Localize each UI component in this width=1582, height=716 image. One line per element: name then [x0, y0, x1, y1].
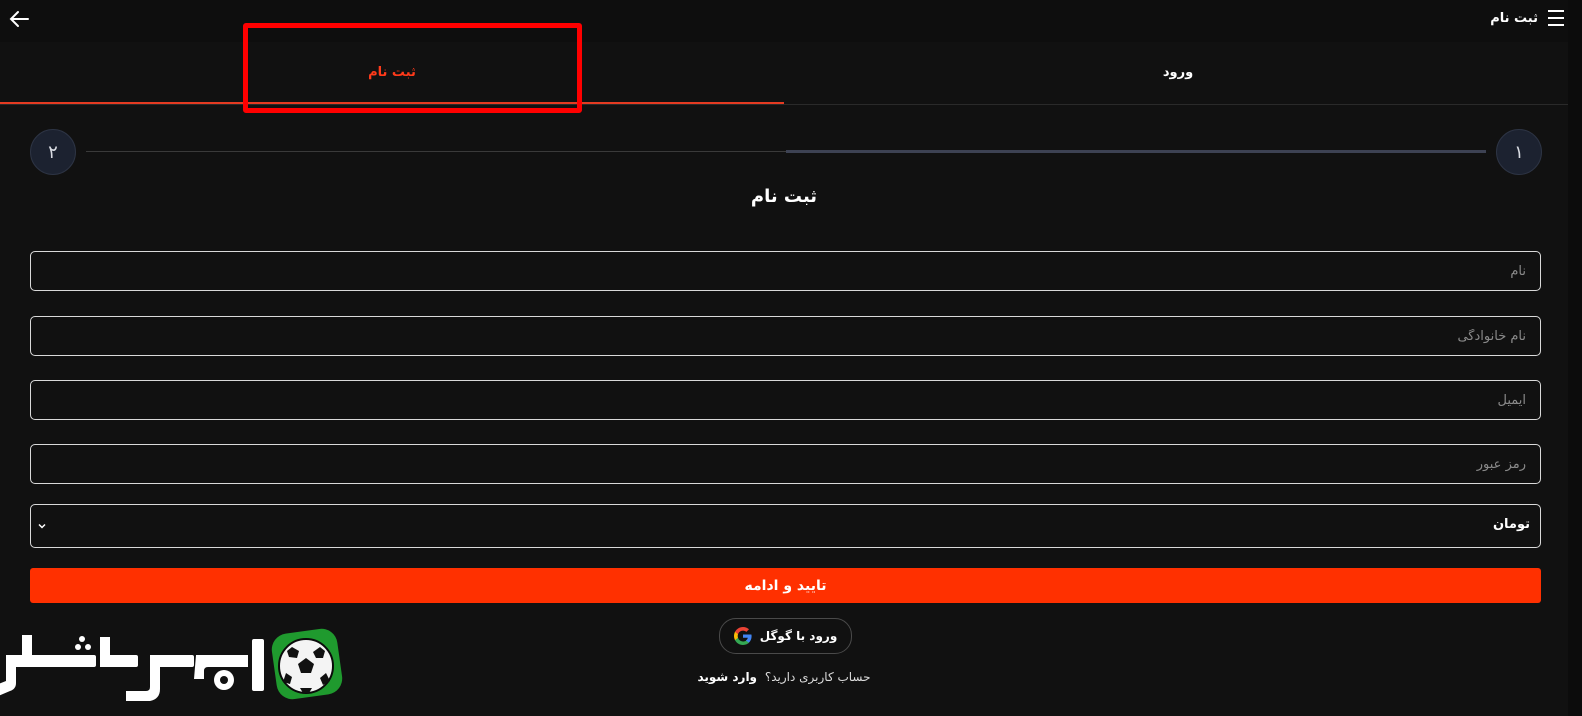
email-field: [30, 380, 1541, 420]
form-title: ثبت نام: [750, 186, 818, 207]
google-login-button[interactable]: ورود با گوگل: [719, 618, 852, 654]
currency-select[interactable]: تومان: [30, 504, 1541, 548]
page-title: ثبت نام: [1490, 11, 1538, 26]
first-name-field: [30, 251, 1541, 291]
email-input[interactable]: [31, 381, 1540, 419]
tab-register[interactable]: ثبت نام: [0, 42, 784, 104]
last-name-field: [30, 316, 1541, 356]
step-2-indicator: ۲: [30, 129, 76, 175]
google-icon: [733, 627, 752, 645]
scrollbar[interactable]: [1568, 0, 1582, 716]
login-link[interactable]: وارد شوید: [697, 670, 757, 684]
chevron-down-icon: [38, 523, 46, 529]
arrow-left-icon[interactable]: [6, 6, 32, 32]
first-name-input[interactable]: [31, 252, 1540, 290]
have-account-text: حساب کاربری دارید؟: [764, 670, 871, 684]
top-bar: ثبت نام: [0, 0, 1568, 42]
stepper-line-pending: [86, 151, 786, 152]
stepper-line-active: [786, 150, 1486, 153]
submit-button[interactable]: تایید و ادامه: [30, 568, 1541, 603]
auth-tabs: ثبت نام ورود: [0, 42, 1568, 105]
step-1-indicator: ۱: [1496, 129, 1542, 175]
password-input[interactable]: [31, 445, 1540, 483]
site-logo: [0, 625, 345, 705]
google-login-label: ورود با گوگل: [759, 629, 838, 643]
currency-select-value: تومان: [1492, 517, 1530, 532]
hamburger-icon[interactable]: [1548, 10, 1564, 28]
last-name-input[interactable]: [31, 317, 1540, 355]
tab-login[interactable]: ورود: [786, 42, 1570, 103]
logo-wordmark: [0, 628, 343, 701]
soccer-ball-icon: [271, 628, 343, 700]
password-field: [30, 444, 1541, 484]
